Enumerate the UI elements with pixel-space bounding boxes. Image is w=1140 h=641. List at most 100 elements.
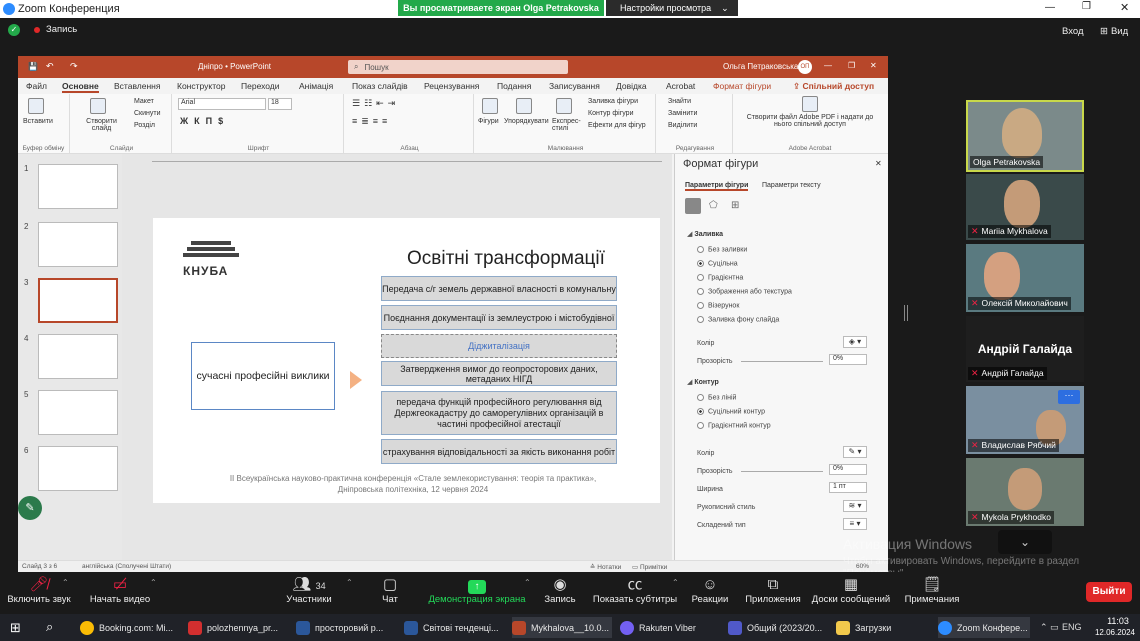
fill-solid-option[interactable]: Суцільна [697,260,738,267]
align-buttons[interactable]: ≡≣≡≡ [352,116,391,127]
transparency-slider[interactable] [741,361,823,362]
taskbar-item-booking[interactable]: Booking.com: Mi... [80,617,180,638]
line-color-picker[interactable]: ✎ ▾ [843,446,867,458]
shape-effects-button[interactable]: Ефекти для фігур [588,122,646,129]
taskbar-item-word[interactable]: просторовий р... [296,617,396,638]
quick-styles-button[interactable]: Експрес-стилі [552,118,582,132]
close-icon[interactable]: ✕ [870,61,877,70]
chevron-up-icon[interactable]: ⌃ [150,578,157,587]
fill-picture-option[interactable]: Зображення або текстура [697,288,792,295]
save-icon[interactable]: 💾 [28,62,38,71]
shape-fill-button[interactable]: Заливка фігури [588,98,638,105]
slide-thumb-3[interactable] [38,278,118,323]
chevron-up-icon[interactable]: ⌃ [62,578,69,587]
tab-text-options[interactable]: Параметри тексту [762,182,821,189]
quick-styles-icon[interactable] [556,98,572,114]
slide-thumb-6[interactable] [38,446,118,491]
fill-none-option[interactable]: Без заливки [697,246,747,253]
tray-icons[interactable]: ⌃ ▭ [1040,622,1059,633]
chevron-up-icon[interactable]: ⌃ [346,578,353,587]
list-buttons[interactable]: ☰☷⇤⇥ [352,98,399,109]
fill-gradient-option[interactable]: Градієнтна [697,274,743,281]
arrange-button[interactable]: Упорядкувати [504,118,549,125]
recording-indicator[interactable]: Запись [34,24,77,35]
leave-button[interactable]: Выйти [1086,582,1132,602]
layout-button[interactable]: Макет [134,98,154,105]
minimize-icon[interactable]: — [824,61,832,70]
language-indicator[interactable]: ENG [1062,622,1082,632]
taskbar-item-word2[interactable]: Світові тенденці... [404,617,504,638]
video-tile[interactable]: Андрій Галайда ✕ Андрій Галайда [966,316,1084,382]
share-button[interactable]: ⇪ Спільний доступ [793,81,874,92]
tab-animations[interactable]: Анімація [299,81,333,91]
slide-thumb-5[interactable] [38,390,118,435]
fill-line-icon[interactable] [685,198,701,214]
minimize-icon[interactable]: — [1045,2,1055,13]
shapes-icon[interactable] [482,98,498,114]
comments-button[interactable]: ▭ Примітки [632,563,667,571]
taskbar-item-pdf[interactable]: polozhennya_pr... [188,617,288,638]
tab-help[interactable]: Довідка [616,81,647,91]
line-solid-option[interactable]: Суцільний контур [697,408,765,415]
line-none-option[interactable]: Без ліній [697,394,736,401]
start-video-button[interactable]: ▭̸ Начать видео [86,576,154,605]
size-icon[interactable]: ⊞ [731,200,739,211]
shape-outline-button[interactable]: Контур фігури [588,110,633,117]
slide-canvas[interactable]: КНУБА Освітні трансформації сучасні проф… [153,218,660,503]
video-tile-active[interactable]: Olga Petrakovska [966,100,1084,172]
taskbar-item-zoom[interactable]: Zoom Конфере... [938,617,1030,638]
reactions-button[interactable]: ☺ Реакции [690,576,730,605]
slide-item[interactable]: передача функцій професійного регулюванн… [381,391,617,435]
line-gradient-option[interactable]: Градієнтний контур [697,422,771,429]
section-button[interactable]: Розділ [134,122,155,129]
slide-thumb-1[interactable] [38,164,118,209]
video-tile[interactable]: ✕ Mykola Prykhodko [966,458,1084,526]
tab-shape-options[interactable]: Параметри фігури [685,182,749,191]
splitter-handle[interactable] [904,305,908,321]
fill-section[interactable]: ◢ Заливка [687,230,723,238]
notes-button[interactable]: ≙ Нотатки [590,563,621,571]
effects-icon[interactable]: ⬠ [709,200,718,211]
video-tile[interactable]: ✕ Mariia Mykhalova [966,174,1084,240]
clock-time[interactable]: 11:03 [1098,616,1138,626]
tab-file[interactable]: Файл [26,81,47,91]
redo-icon[interactable]: ↷ [70,61,78,72]
new-slide-icon[interactable] [90,98,106,114]
font-size-select[interactable]: 18 [268,98,292,110]
exit-button[interactable]: Вход [1062,26,1084,37]
shapes-button[interactable]: Фігури [478,118,499,125]
record-button[interactable]: ◉ Запись [540,576,580,605]
video-tile[interactable]: ✕ Олексій Миколайович [966,244,1084,312]
maximize-icon[interactable]: ❐ [848,61,855,70]
more-options-icon[interactable]: ··· [1058,390,1080,404]
fill-pattern-option[interactable]: Візерунок [697,302,739,309]
sketch-style-select[interactable]: ≋ ▾ [843,500,867,512]
view-settings-button[interactable]: Настройки просмотра ⌄ [606,0,738,16]
slide-item[interactable]: Затвердження вимог до геопросторових дан… [381,361,617,386]
reset-button[interactable]: Скинути [134,110,161,117]
clock-date[interactable]: 12.06.2024 [1090,628,1140,637]
slide-item[interactable]: Поєднання документації із землеустрою і … [381,305,617,330]
apps-button[interactable]: ⧉ Приложения [742,576,804,605]
avatar[interactable]: ОП [798,60,812,74]
taskbar-item-downloads[interactable]: Загрузки [836,617,932,638]
pdf-icon[interactable] [802,96,818,112]
select-button[interactable]: Виділити [668,122,697,129]
tab-insert[interactable]: Вставлення [114,81,160,91]
language-status[interactable]: англійська (Сполучені Штати) [82,563,171,570]
pen-icon[interactable]: ✎ [18,496,42,520]
font-family-select[interactable]: Arial [178,98,266,110]
new-slide-button[interactable]: Створити слайд [84,118,119,132]
paste-button[interactable]: Вставити [23,118,53,125]
taskbar-item-teams[interactable]: Общий (2023/20... [728,617,828,638]
ppt-search-input[interactable]: ⌕ Пошук [348,60,568,74]
taskbar-item-powerpoint[interactable]: Mykhalova__10.0... [512,617,612,638]
video-tile[interactable]: ··· ✕ Владислав Рябчий [966,386,1084,454]
tab-shape-format[interactable]: Формат фігури [713,81,771,91]
tab-view[interactable]: Подання [497,81,531,91]
slide-thumb-2[interactable] [38,222,118,267]
line-section[interactable]: ◢ Контур [687,378,719,386]
subtitles-button[interactable]: ㏄ Показать субтитры [592,576,678,605]
tab-review[interactable]: Рецензування [424,81,479,91]
close-icon[interactable]: ✕ [875,159,882,168]
